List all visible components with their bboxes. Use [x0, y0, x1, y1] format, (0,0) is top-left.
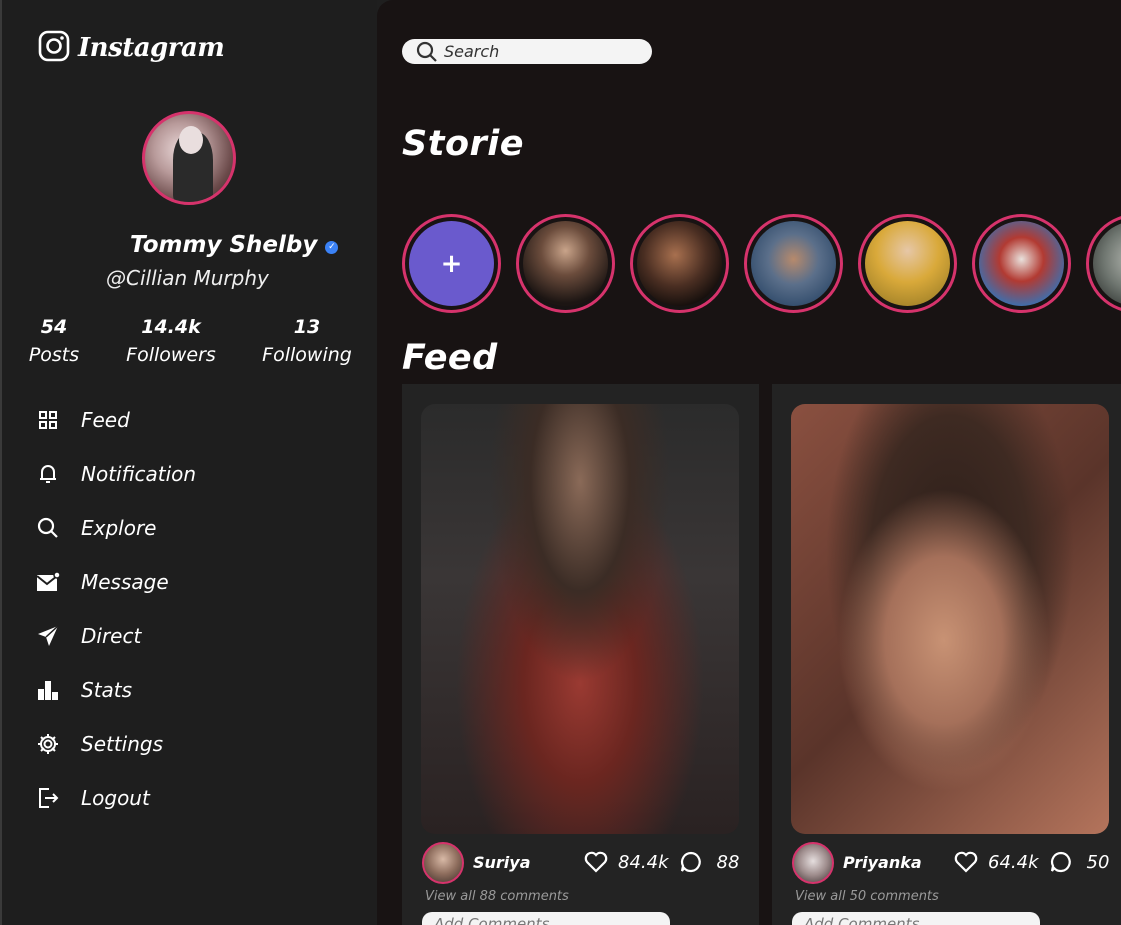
- sidebar-item-stats[interactable]: Stats: [36, 675, 336, 705]
- instagram-logo[interactable]: Instagram: [38, 30, 225, 66]
- sidebar-item-settings[interactable]: Settings: [36, 729, 336, 759]
- post-user-avatar[interactable]: [792, 842, 834, 884]
- sidebar: Instagram Tommy Shelby ✓ @Cillian Murphy…: [0, 0, 377, 925]
- add-story-button[interactable]: +: [402, 214, 501, 313]
- logo-text: Instagram: [78, 33, 225, 63]
- story-avatar: [1093, 221, 1121, 306]
- post-username[interactable]: Priyanka: [843, 853, 922, 872]
- search-icon: [36, 516, 60, 540]
- profile-handle: @Cillian Murphy: [106, 266, 269, 290]
- stat-label: Followers: [126, 344, 216, 366]
- stat-value: 13: [293, 316, 321, 338]
- heart-icon[interactable]: [954, 851, 978, 873]
- sidebar-item-logout[interactable]: Logout: [36, 783, 336, 813]
- sidebar-item-label: Notification: [81, 462, 197, 486]
- instagram-icon: [38, 30, 70, 66]
- story-item[interactable]: [744, 214, 843, 313]
- comment-icon[interactable]: [679, 850, 703, 874]
- sidebar-item-message[interactable]: Message: [36, 567, 336, 597]
- comment-count: 50: [1086, 851, 1110, 873]
- sidebar-item-label: Message: [81, 570, 169, 594]
- sidebar-item-label: Settings: [81, 732, 164, 756]
- post-actions: 84.4k 88: [584, 850, 739, 874]
- send-icon: [36, 624, 60, 648]
- feed-title: Feed: [402, 338, 498, 378]
- stat-label: Following: [262, 344, 352, 366]
- search-bar[interactable]: Search: [402, 39, 652, 64]
- add-comment-input[interactable]: Add Comments: [422, 912, 670, 925]
- stories-row: +: [402, 214, 1121, 314]
- story-avatar: [865, 221, 950, 306]
- mail-icon: [36, 570, 60, 594]
- comment-count: 88: [716, 851, 740, 873]
- post-meta: Suriya 84.4k 88: [422, 842, 742, 886]
- feed-post: Suriya 84.4k 88 View all 88 comments Add…: [402, 384, 759, 925]
- sidebar-item-label: Feed: [81, 408, 130, 432]
- stat-label: Posts: [28, 344, 80, 366]
- post-image[interactable]: [791, 404, 1109, 834]
- post-meta: Priyanka 64.4k 50: [792, 842, 1112, 886]
- story-avatar: [523, 221, 608, 306]
- grid-icon: [36, 408, 60, 432]
- profile-name-row: Tommy Shelby ✓: [130, 232, 339, 258]
- heart-icon[interactable]: [584, 851, 608, 873]
- like-count: 84.4k: [618, 851, 669, 873]
- search-input[interactable]: Search: [444, 42, 499, 61]
- story-item[interactable]: [972, 214, 1071, 313]
- feed-post: Priyanka 64.4k 50 View all 50 comments A…: [772, 384, 1121, 925]
- view-all-comments-link[interactable]: View all 88 comments: [425, 889, 569, 904]
- comment-icon[interactable]: [1049, 850, 1073, 874]
- stories-title: Storie: [402, 124, 524, 164]
- sidebar-item-label: Logout: [81, 786, 150, 810]
- story-item[interactable]: [630, 214, 729, 313]
- sidebar-item-label: Direct: [81, 624, 142, 648]
- story-avatar: [637, 221, 722, 306]
- like-count: 64.4k: [988, 851, 1039, 873]
- logout-icon: [36, 786, 60, 810]
- plus-icon: +: [409, 221, 494, 306]
- sidebar-item-direct[interactable]: Direct: [36, 621, 336, 651]
- add-comment-input[interactable]: Add Comments: [792, 912, 1040, 925]
- profile-name: Tommy Shelby: [130, 232, 318, 258]
- sidebar-item-explore[interactable]: Explore: [36, 513, 336, 543]
- stat-following[interactable]: 13 Following: [256, 316, 358, 366]
- sidebar-item-notification[interactable]: Notification: [36, 459, 336, 489]
- bar-chart-icon: [36, 678, 60, 702]
- view-all-comments-link[interactable]: View all 50 comments: [795, 889, 939, 904]
- stat-followers[interactable]: 14.4k Followers: [120, 316, 222, 366]
- search-icon: [416, 41, 438, 63]
- story-item[interactable]: [516, 214, 615, 313]
- main-content: Search Storie + Feed Suriya 84.4k 88 Vie…: [377, 0, 1121, 925]
- verified-badge-icon: ✓: [325, 240, 339, 254]
- profile-avatar[interactable]: [142, 111, 236, 205]
- story-item[interactable]: [1086, 214, 1121, 313]
- post-image[interactable]: [421, 404, 739, 834]
- post-actions: 64.4k 50: [954, 850, 1109, 874]
- story-item[interactable]: [858, 214, 957, 313]
- stat-value: 14.4k: [141, 316, 201, 338]
- gear-icon: [36, 732, 60, 756]
- post-username[interactable]: Suriya: [473, 853, 531, 872]
- story-avatar: [751, 221, 836, 306]
- post-user-avatar[interactable]: [422, 842, 464, 884]
- sidebar-item-label: Stats: [81, 678, 133, 702]
- stat-posts[interactable]: 54 Posts: [22, 316, 86, 366]
- bell-icon: [36, 462, 60, 486]
- sidebar-item-feed[interactable]: Feed: [36, 405, 336, 435]
- stat-value: 54: [40, 316, 68, 338]
- story-avatar: [979, 221, 1064, 306]
- sidebar-item-label: Explore: [81, 516, 157, 540]
